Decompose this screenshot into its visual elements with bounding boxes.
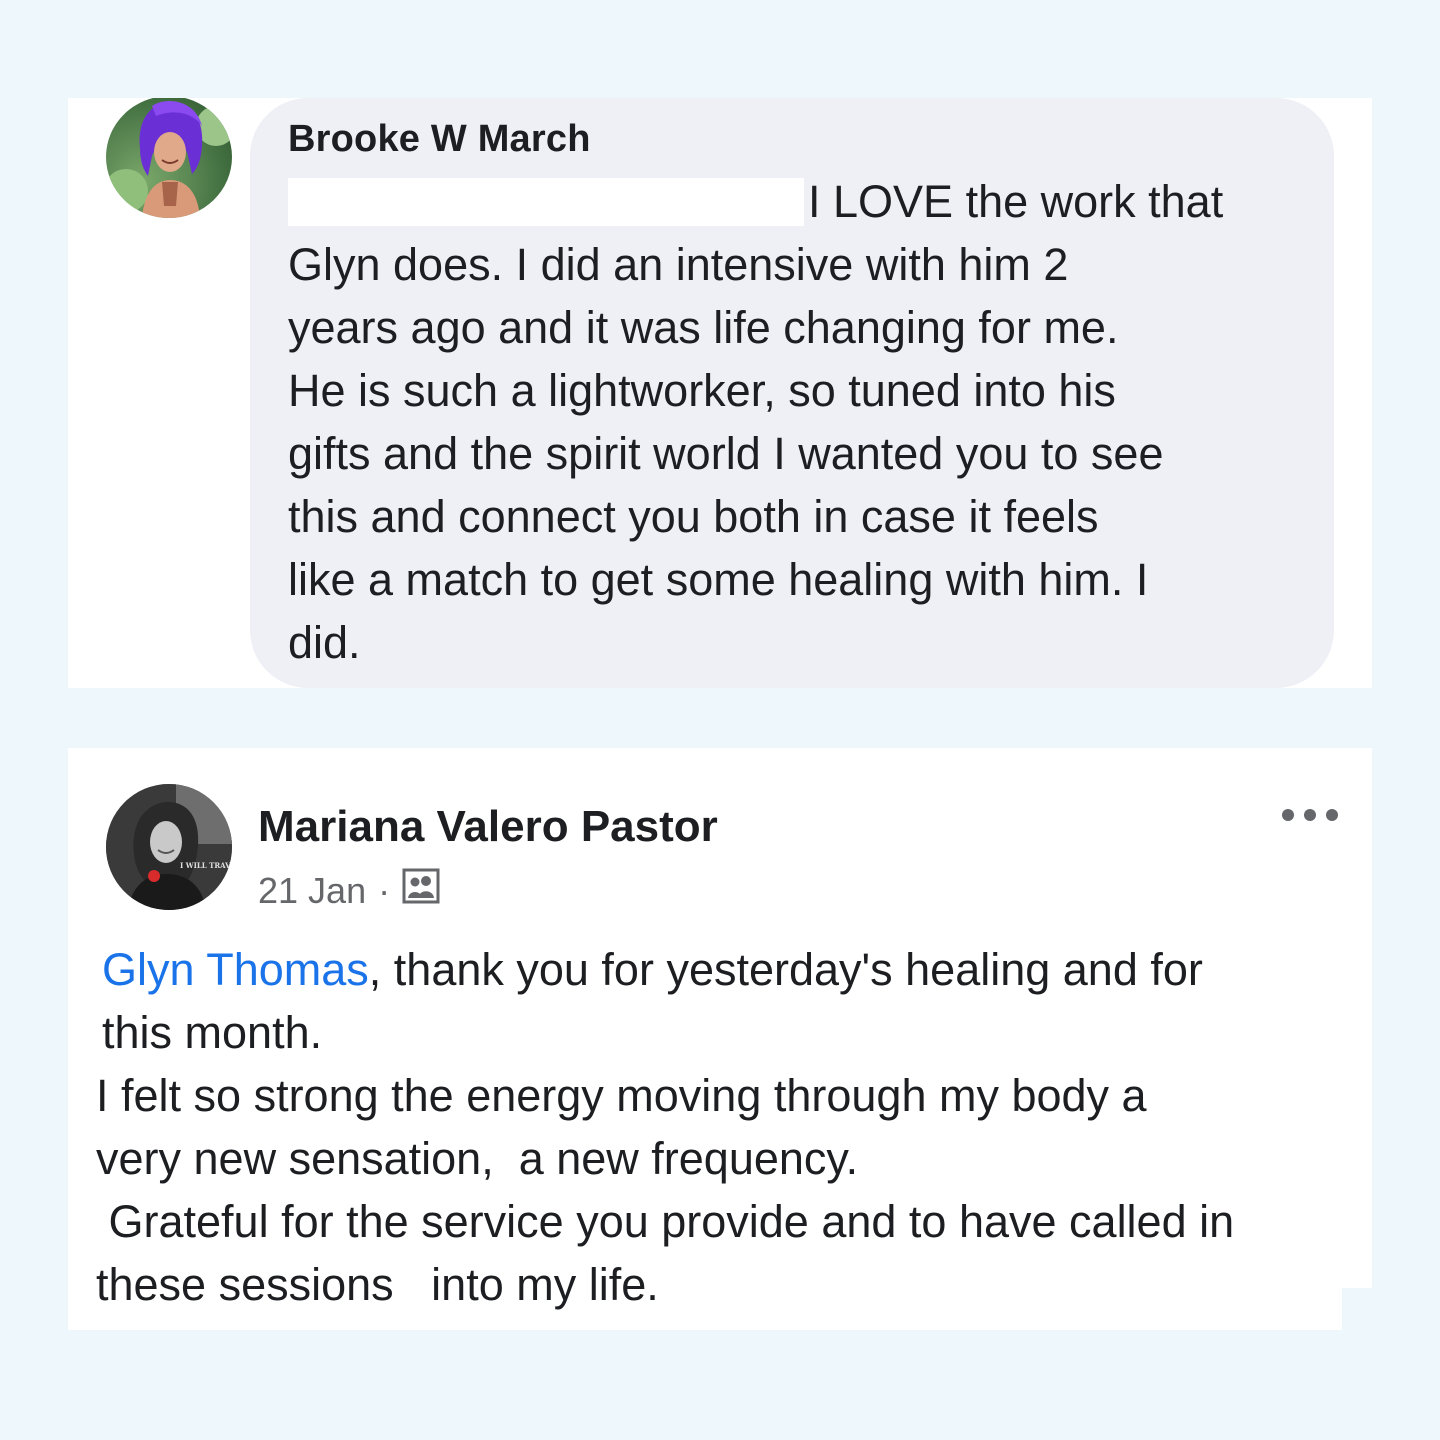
comment-line: years ago and it was life changing for m…	[288, 302, 1119, 353]
post-line: this month.	[102, 1007, 323, 1058]
comment-author-name[interactable]: Brooke W March	[288, 118, 591, 161]
comment-line: this and connect you both in case it fee…	[288, 491, 1099, 542]
comment-line: gifts and the spirit world I wanted you …	[288, 428, 1164, 479]
comment-bubble: Brooke W March I LOVE the work that Glyn…	[250, 98, 1334, 688]
comment-line: like a match to get some healing with hi…	[288, 554, 1149, 605]
group-audience-icon[interactable]	[402, 868, 440, 913]
comment-text: I LOVE the work that Glyn does. I did an…	[288, 170, 1318, 674]
avatar-badge-text: I WILL TRAVEL AGAIN	[180, 861, 232, 870]
avatar-image: I WILL TRAVEL AGAIN	[106, 784, 232, 910]
redacted-mention-block	[288, 178, 804, 226]
meta-separator: ·	[378, 869, 391, 911]
comment-line: He is such a lightworker, so tuned into …	[288, 365, 1116, 416]
card-corner-cut	[1342, 1288, 1372, 1330]
comment-line: did.	[288, 617, 361, 668]
avatar[interactable]: I WILL TRAVEL AGAIN	[106, 784, 232, 910]
post-line-text: , thank you for yesterday's healing and …	[368, 944, 1203, 995]
post-line: Glyn Thomas, thank you for yesterday's h…	[102, 938, 1342, 1001]
post-line: Grateful for the service you provide and…	[96, 1196, 1235, 1247]
avatar[interactable]	[106, 98, 232, 218]
post-line: these sessions into my life.	[96, 1259, 659, 1310]
more-options-icon[interactable]	[1282, 800, 1338, 830]
post-date[interactable]: 21 Jan	[258, 870, 366, 912]
comment-card: Brooke W March I LOVE the work that Glyn…	[68, 98, 1372, 688]
post-meta: 21 Jan ·	[258, 868, 440, 913]
avatar-image	[106, 100, 232, 218]
comment-line: Glyn does. I did an intensive with him 2	[288, 239, 1069, 290]
post-author-name[interactable]: Mariana Valero Pastor	[258, 802, 718, 852]
post-body: Glyn Thomas, thank you for yesterday's h…	[96, 938, 1342, 1316]
mention-link[interactable]: Glyn Thomas	[102, 944, 369, 995]
post-card: I WILL TRAVEL AGAIN Mariana Valero Pasto…	[68, 748, 1372, 1330]
post-line: I felt so strong the energy moving throu…	[96, 1070, 1147, 1121]
post-line: very new sensation, a new frequency.	[96, 1133, 859, 1184]
